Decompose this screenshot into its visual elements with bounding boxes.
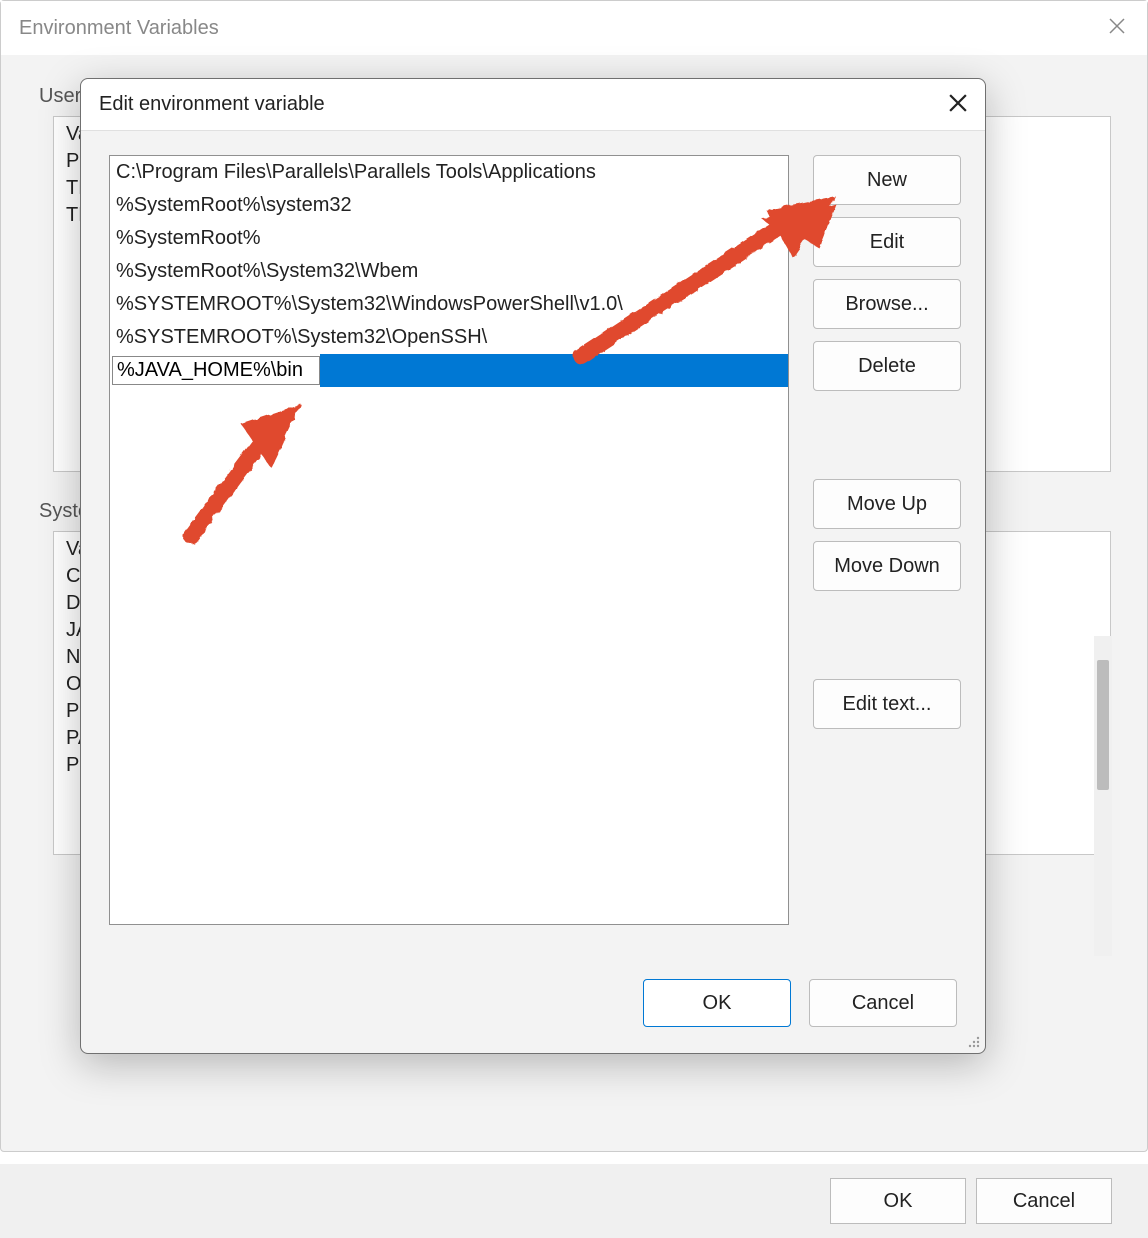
scrollbar-thumb[interactable] [1097, 660, 1109, 790]
edit-button[interactable]: Edit [813, 217, 961, 267]
modal-titlebar: Edit environment variable [81, 79, 985, 131]
edit-input-wrap [112, 356, 320, 385]
modal-ok-button[interactable]: OK [643, 979, 791, 1027]
edit-environment-variable-dialog: Edit environment variable C:\Program Fil… [80, 78, 986, 1054]
modal-cancel-button[interactable]: Cancel [809, 979, 957, 1027]
list-item[interactable]: %SystemRoot%\system32 [110, 189, 788, 222]
parent-titlebar: Environment Variables [1, 1, 1147, 55]
parent-cancel-button[interactable]: Cancel [976, 1178, 1112, 1224]
edit-text-button[interactable]: Edit text... [813, 679, 961, 729]
list-item[interactable]: %SYSTEMROOT%\System32\WindowsPowerShell\… [110, 288, 788, 321]
list-item[interactable]: %SYSTEMROOT%\System32\OpenSSH\ [110, 321, 788, 354]
move-up-button[interactable]: Move Up [813, 479, 961, 529]
path-entry-input[interactable] [117, 359, 315, 382]
browse-button[interactable]: Browse... [813, 279, 961, 329]
list-item[interactable]: C:\Program Files\Parallels\Parallels Too… [110, 156, 788, 189]
parent-ok-button[interactable]: OK [830, 1178, 966, 1224]
modal-footer: OK Cancel [81, 971, 985, 1053]
side-buttons: New Edit Browse... Delete Move Up Move D… [813, 155, 961, 999]
modal-close-button[interactable] [935, 83, 981, 127]
selection-highlight [320, 354, 788, 387]
delete-button[interactable]: Delete [813, 341, 961, 391]
parent-close-button[interactable] [1095, 9, 1139, 47]
new-button[interactable]: New [813, 155, 961, 205]
resize-grip-icon[interactable] [965, 1033, 981, 1049]
list-item-editing[interactable] [110, 354, 788, 387]
list-item[interactable]: %SystemRoot%\System32\Wbem [110, 255, 788, 288]
close-icon [949, 94, 967, 117]
parent-title: Environment Variables [19, 17, 219, 40]
list-item[interactable]: %SystemRoot% [110, 222, 788, 255]
modal-title: Edit environment variable [99, 93, 325, 116]
parent-footer: OK Cancel [0, 1164, 1148, 1238]
close-icon [1109, 18, 1125, 39]
path-entries-listbox[interactable]: C:\Program Files\Parallels\Parallels Too… [109, 155, 789, 925]
move-down-button[interactable]: Move Down [813, 541, 961, 591]
system-panel-scrollbar[interactable] [1094, 636, 1112, 956]
